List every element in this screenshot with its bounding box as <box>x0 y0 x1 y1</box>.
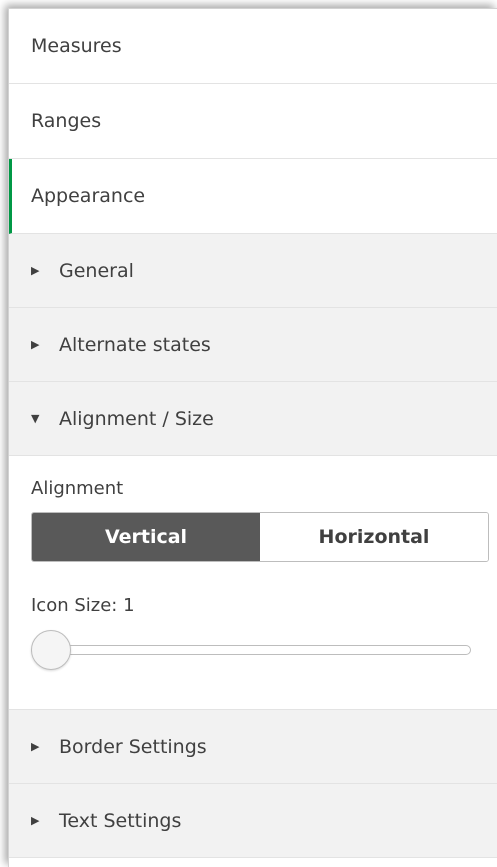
horizontal-button[interactable]: Horizontal <box>260 513 488 561</box>
subsection-border-settings[interactable]: ▶ Border Settings <box>9 710 497 784</box>
slider-track[interactable] <box>31 645 471 655</box>
slider-thumb[interactable] <box>31 630 71 670</box>
section-measures[interactable]: Measures <box>9 9 497 84</box>
section-appearance[interactable]: Appearance <box>9 159 497 234</box>
subsection-border-settings-label: Border Settings <box>59 735 207 758</box>
subsection-general[interactable]: ▶ General <box>9 234 497 308</box>
subsection-alignment-size-label: Alignment / Size <box>59 407 214 430</box>
section-measures-label: Measures <box>31 35 122 57</box>
caret-right-icon: ▶ <box>31 338 40 351</box>
section-ranges[interactable]: Ranges <box>9 84 497 159</box>
caret-right-icon: ▶ <box>31 740 40 753</box>
subsection-text-settings[interactable]: ▶ Text Settings <box>9 784 497 858</box>
icon-size-label: Icon Size: 1 <box>31 595 135 616</box>
alignment-size-content: Alignment Vertical Horizontal Icon Size:… <box>9 456 497 710</box>
subsection-text-settings-label: Text Settings <box>59 809 182 832</box>
subsection-general-label: General <box>59 259 134 282</box>
section-appearance-label: Appearance <box>31 185 146 207</box>
subsection-alignment-size[interactable]: ▼ Alignment / Size <box>9 382 497 456</box>
section-ranges-label: Ranges <box>31 110 102 132</box>
subsection-alternate-states[interactable]: ▶ Alternate states <box>9 308 497 382</box>
vertical-button[interactable]: Vertical <box>32 513 260 561</box>
icon-size-slider[interactable] <box>31 630 471 670</box>
caret-right-icon: ▶ <box>31 264 40 277</box>
alignment-label: Alignment <box>31 478 124 499</box>
subsection-alternate-states-label: Alternate states <box>59 333 211 356</box>
caret-down-icon: ▼ <box>31 412 40 425</box>
caret-right-icon: ▶ <box>31 814 40 827</box>
properties-panel: Measures Ranges Appearance ▶ General ▶ A… <box>8 8 497 867</box>
alignment-button-group: Vertical Horizontal <box>31 512 489 562</box>
